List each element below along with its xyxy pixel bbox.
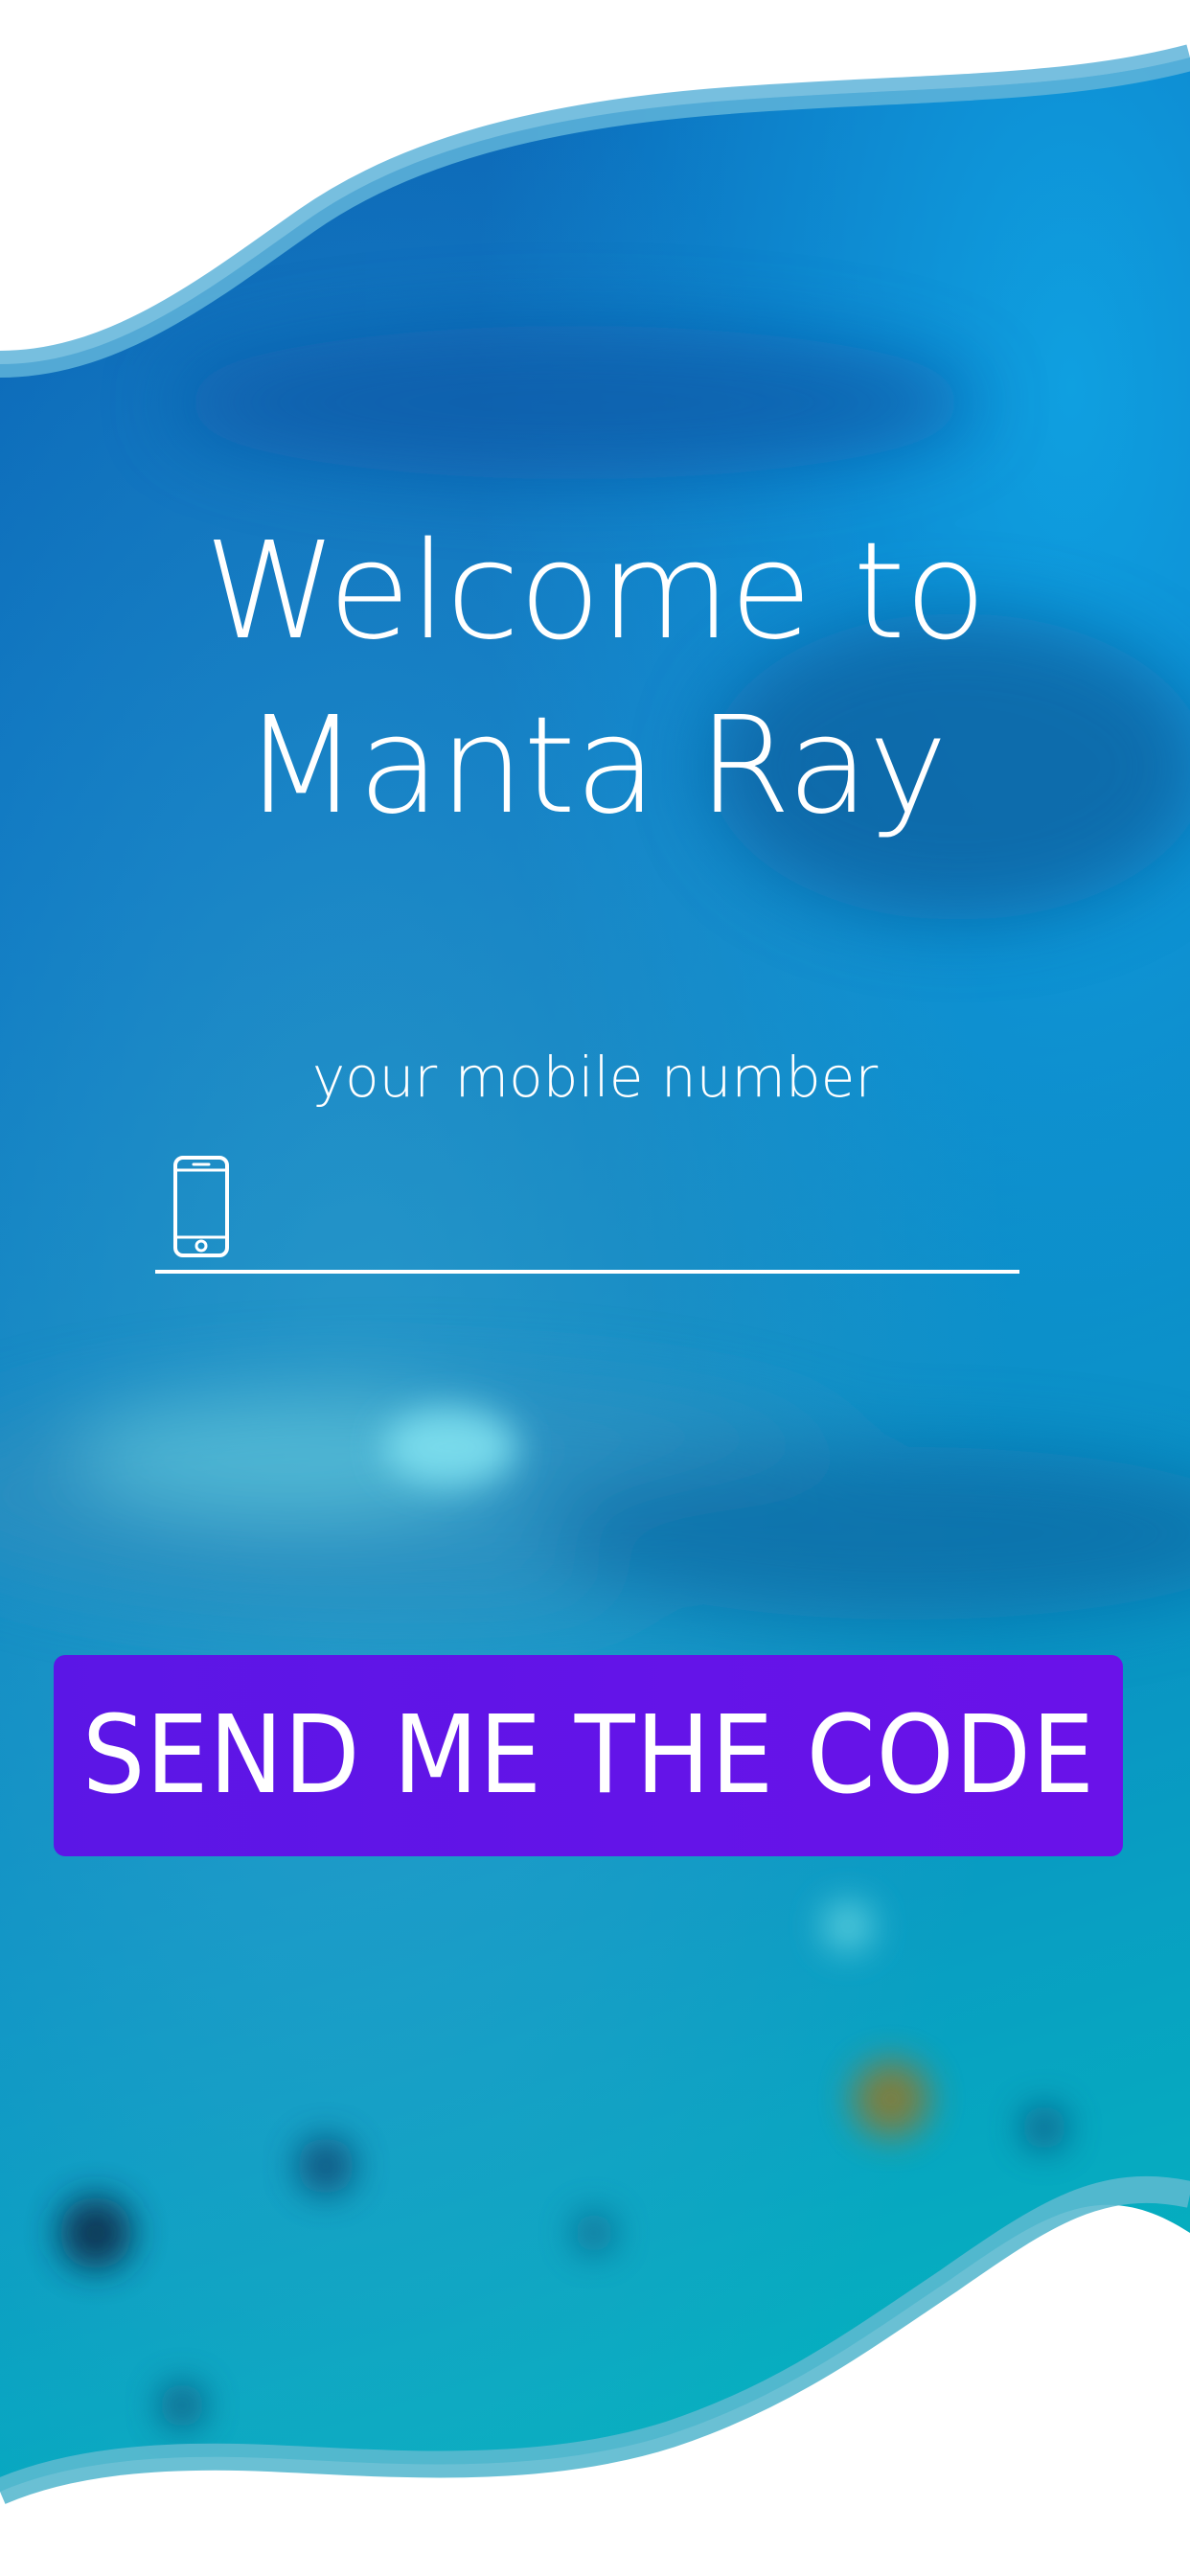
mobile-number-input[interactable]	[261, 1164, 1012, 1253]
mobile-number-label: your mobile number	[311, 1045, 879, 1110]
ocean-background	[0, 44, 1190, 2504]
mobile-number-field[interactable]	[155, 1145, 1019, 1274]
smartphone-icon	[173, 1156, 229, 1257]
welcome-title-line-1: Welcome to	[204, 514, 986, 670]
welcome-screen: Welcome to Manta Ray your mobile number …	[0, 0, 1190, 2576]
send-code-button-label: SEND ME THE CODE	[81, 1693, 1095, 1818]
welcome-title-line-2: Manta Ray	[242, 688, 948, 844]
send-code-button[interactable]: SEND ME THE CODE	[54, 1655, 1123, 1856]
